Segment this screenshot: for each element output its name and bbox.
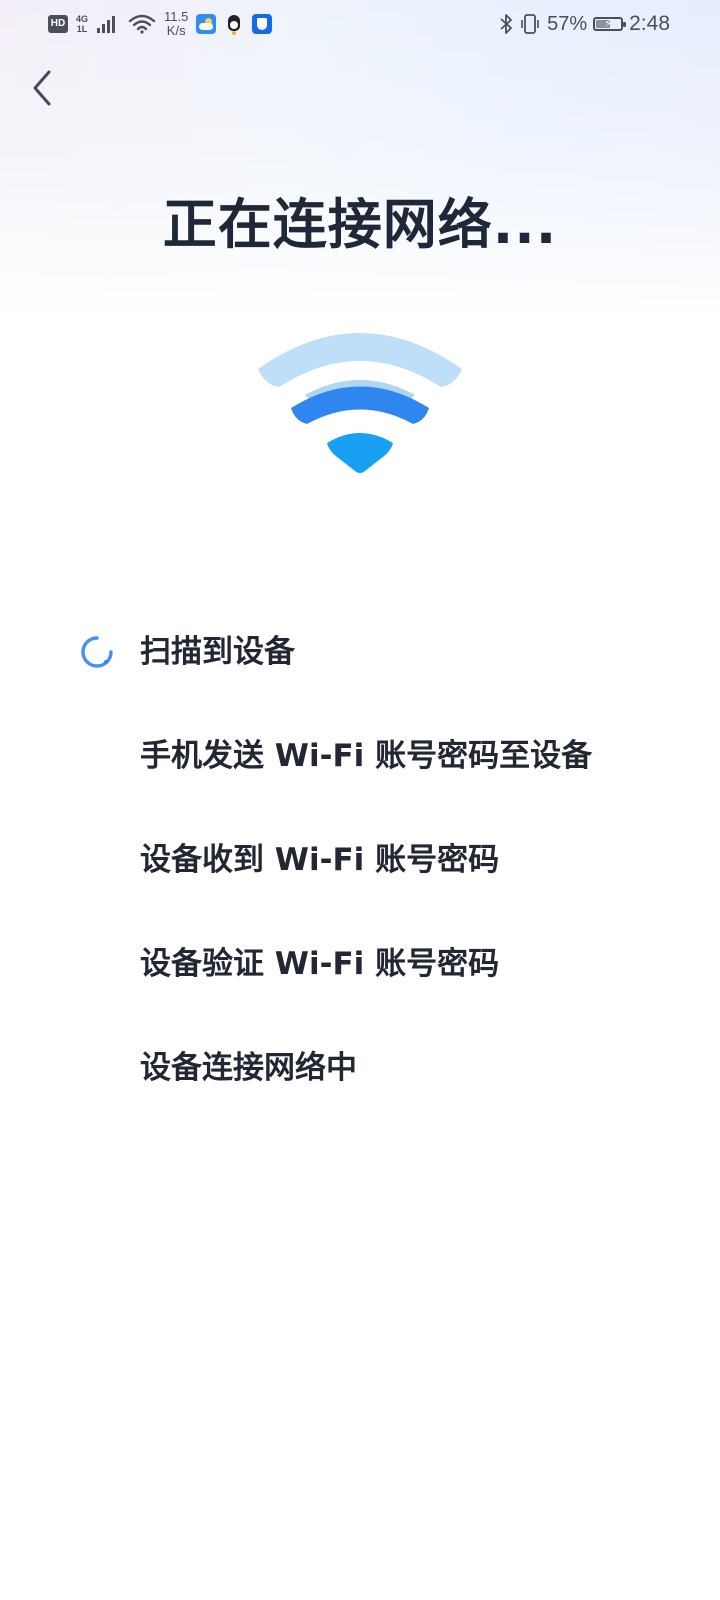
step-indicator <box>80 828 140 892</box>
status-bar: HD 4G 1L 11.5 K/s 57% ⚡ 2:48 <box>0 0 720 48</box>
connection-steps: 扫描到设备 手机发送 Wi-Fi 账号密码至设备 设备收到 Wi-Fi 账号密码… <box>80 620 680 1140</box>
step-item: 手机发送 Wi-Fi 账号密码至设备 <box>80 724 680 828</box>
step-item: 设备验证 Wi-Fi 账号密码 <box>80 932 680 1036</box>
bluetooth-icon <box>500 14 512 34</box>
step-label: 设备连接网络中 <box>140 1050 357 1086</box>
step-label: 设备收到 Wi-Fi 账号密码 <box>140 842 500 878</box>
status-bar-left: HD 4G 1L 11.5 K/s <box>48 10 273 38</box>
step-item: 扫描到设备 <box>80 620 680 724</box>
clock: 2:48 <box>629 12 670 35</box>
network-speed: 11.5 K/s <box>164 10 188 38</box>
network-sub-label: 1L <box>76 24 88 34</box>
step-label: 设备验证 Wi-Fi 账号密码 <box>140 946 500 982</box>
battery-icon: ⚡ <box>593 17 627 31</box>
step-indicator <box>80 620 140 684</box>
step-item: 设备连接网络中 <box>80 1036 680 1140</box>
page-title: 正在连接网络... <box>162 193 558 256</box>
chevron-left-icon <box>33 70 51 106</box>
step-indicator <box>80 724 140 788</box>
step-item: 设备收到 Wi-Fi 账号密码 <box>80 828 680 932</box>
header-background <box>0 0 720 320</box>
step-label: 扫描到设备 <box>140 634 295 670</box>
wifi-outer-arc <box>258 333 462 387</box>
weather-app-icon <box>196 14 217 34</box>
battery-percent: 57% <box>547 12 588 35</box>
qq-app-icon <box>224 14 244 34</box>
network-speed-unit: K/s <box>166 23 186 38</box>
wifi-icon <box>128 14 156 34</box>
hd-icon: HD <box>48 15 68 33</box>
loading-spinner-icon <box>81 636 113 668</box>
step-indicator <box>80 932 140 996</box>
signal-icon <box>97 16 116 33</box>
step-label: 手机发送 Wi-Fi 账号密码至设备 <box>140 738 593 774</box>
back-button[interactable] <box>24 66 60 110</box>
step-indicator <box>80 1036 140 1100</box>
network-type-label: 4G <box>76 14 89 24</box>
charging-icon: ⚡ <box>604 17 612 30</box>
status-bar-right: 57% ⚡ 2:48 <box>499 10 670 38</box>
network-speed-value: 11.5 <box>164 9 189 24</box>
security-app-icon <box>252 14 273 34</box>
vibrate-icon <box>521 14 539 34</box>
wifi-illustration-icon <box>258 333 462 473</box>
network-type-icon: 4G 1L <box>76 14 88 34</box>
wifi-inner-wedge <box>327 433 393 473</box>
